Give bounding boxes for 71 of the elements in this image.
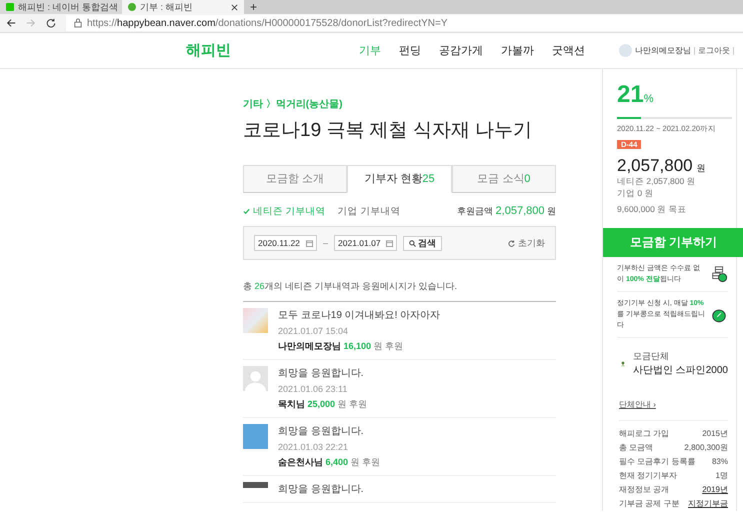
reset-icon	[508, 240, 515, 246]
raised-amount: 2,057,800 원	[617, 156, 707, 176]
donation-message: 희망을 응원합니다.	[278, 425, 365, 438]
reload-icon[interactable]	[46, 18, 56, 28]
stat-link[interactable]: 지정기부금	[688, 497, 728, 511]
tab-title: 기부 : 해피빈	[140, 1, 194, 13]
nav-link[interactable]: 펀딩	[399, 43, 421, 58]
content-tab[interactable]: 기부자 현황25	[347, 165, 452, 193]
total-amount: 후원금액 2,057,800 원	[457, 205, 556, 218]
address-bar[interactable]: https://happybean.naver.com/donations/H000000175528/donorList?redirectYN=Y	[66, 15, 743, 31]
avatar-icon	[619, 44, 632, 57]
url-text: https://happybean.naver.com/donations/H000000175528/donorList?redirectYN=Y	[87, 18, 448, 28]
stat-label: 총 모금액	[619, 442, 654, 454]
calendar-icon	[386, 240, 394, 246]
site-icon	[128, 3, 136, 11]
donation-date: 2021.01.07 15:04	[278, 326, 350, 336]
close-icon[interactable]	[231, 4, 238, 10]
org-label: 모금단체	[632, 350, 670, 363]
donation-date: 2021.01.03 22:21	[278, 442, 350, 452]
nav-link[interactable]: 굿액션	[552, 43, 585, 58]
donation-message: 희망을 응원합니다.	[278, 483, 364, 496]
stat-value: 2,800,300원	[684, 442, 728, 454]
avatar-image	[243, 482, 268, 488]
coins-icon	[710, 265, 728, 283]
back-icon[interactable]	[6, 18, 16, 28]
donor-amount: 숨은천사님 6,400 원 후원	[278, 456, 380, 469]
stat-value: 83%	[712, 456, 728, 468]
tab-title: 해피빈 : 네이버 통합검색	[18, 1, 118, 13]
browser-tab[interactable]: 기부 : 해피빈	[122, 0, 244, 14]
date-field[interactable]: 2021.01.07	[334, 235, 398, 251]
amount-detail: 네티즌 2,057,800 원	[617, 176, 697, 188]
search-button[interactable]: 검색	[403, 236, 442, 250]
avatar-silhouette	[243, 366, 268, 391]
browser-tab[interactable]: 해피빈 : 네이버 통합검색	[0, 0, 122, 14]
category-text: 기타 〉먹거리(농산물)	[243, 98, 344, 111]
stat-value: 1명	[716, 470, 728, 482]
new-tab-button[interactable]: +	[244, 0, 264, 14]
goal-text: 9,600,000 원 목표	[617, 204, 688, 216]
check-icon	[243, 208, 250, 215]
campaign-title: 코로나19 극복 제철 식자재 나누기	[243, 119, 534, 143]
avatar-image	[243, 308, 268, 333]
filter-link[interactable]: 기업 기부내역	[338, 205, 400, 218]
summary-text: 총 26개의 네티즌 기부내역과 응원메시지가 있습니다.	[243, 280, 556, 302]
org-name: 사단법인 스파인2000	[632, 364, 728, 377]
stat-value: 2015년	[702, 428, 728, 440]
stat-label: 필수 모금후기 등록률	[619, 456, 696, 468]
range-separator: –	[323, 238, 328, 248]
user-name[interactable]: 나만의메모장님	[635, 45, 691, 56]
donor-amount: 목치님 25,000 원 후원	[278, 398, 368, 411]
nav-link[interactable]: 공감가게	[439, 43, 483, 58]
avatar-image	[243, 424, 268, 449]
amount-detail: 기업 0 원	[617, 188, 654, 200]
search-icon	[409, 240, 416, 246]
org-info-link[interactable]: 단체안내 ›	[619, 399, 656, 410]
site-icon	[6, 3, 14, 11]
stat-label: 해피로그 가입	[619, 428, 670, 440]
reset-button[interactable]: 초기화	[508, 236, 545, 250]
stat-label: 현재 정기기부자	[619, 470, 678, 482]
calendar-icon	[306, 240, 313, 246]
donor-amount: 나만의메모장님 16,100 원 후원	[278, 340, 404, 353]
stat-label: 재정정보 공개	[619, 484, 670, 496]
donation-message: 모두 코로나19 이겨내봐요! 아자아자	[278, 309, 440, 322]
stat-label: 기부금 공제 구분	[619, 498, 680, 510]
logout-link[interactable]: 로그아웃	[698, 45, 730, 56]
progress-percent: 21%	[617, 81, 654, 110]
donation-message: 희망을 응원합니다.	[278, 367, 365, 380]
lock-icon	[74, 18, 82, 28]
nav-link[interactable]: 가볼까	[501, 43, 534, 58]
date-field[interactable]: 2020.11.22	[254, 235, 317, 251]
donation-date: 2021.01.06 23:11	[278, 384, 348, 394]
stat-link[interactable]: 2019년	[702, 483, 728, 497]
